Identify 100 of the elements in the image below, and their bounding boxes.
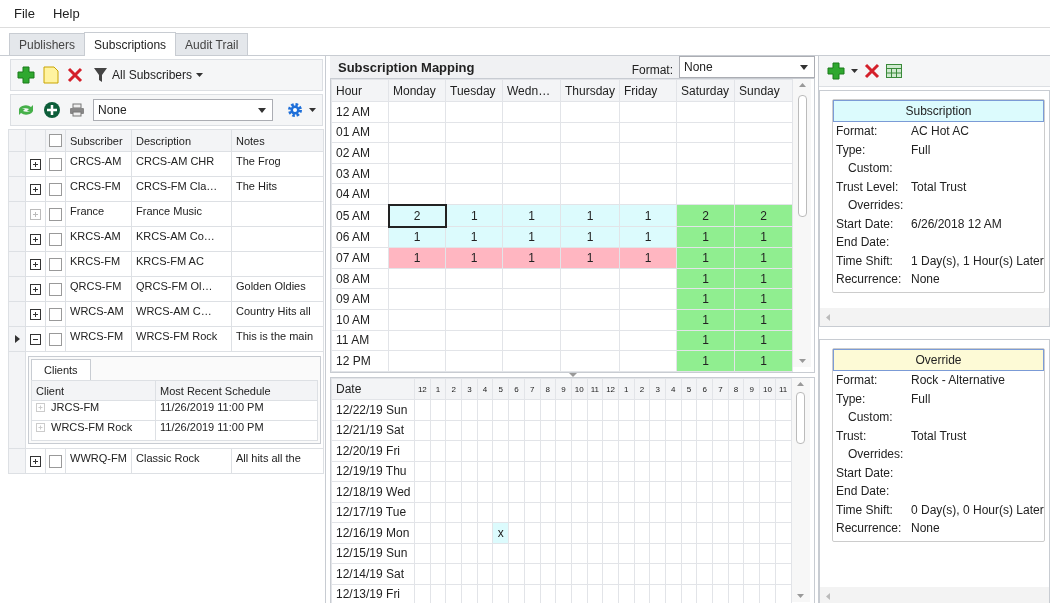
expand-icon[interactable] bbox=[30, 455, 41, 467]
column-header[interactable]: Sunday bbox=[734, 79, 793, 102]
checkbox[interactable] bbox=[49, 182, 62, 196]
menu-item[interactable]: Help bbox=[46, 4, 86, 23]
delete-icon[interactable] bbox=[864, 63, 880, 79]
checkbox[interactable] bbox=[49, 282, 62, 296]
field-label: Start Date: bbox=[836, 465, 895, 480]
expand-icon[interactable] bbox=[30, 283, 41, 295]
expand-icon[interactable] bbox=[30, 308, 41, 320]
table-cell: Golden Oldies bbox=[231, 276, 324, 302]
column-header[interactable]: Wedn… bbox=[502, 79, 561, 102]
row-header: 12/14/19 Sat bbox=[331, 563, 415, 584]
checkbox[interactable] bbox=[49, 157, 62, 171]
add-circle-icon[interactable] bbox=[43, 101, 61, 119]
expand-icon[interactable] bbox=[30, 158, 41, 170]
column-header[interactable]: Tuesday bbox=[445, 79, 503, 102]
tab[interactable]: Audit Trail bbox=[175, 33, 249, 55]
field-label: Trust: bbox=[836, 428, 868, 443]
field-label: End Date: bbox=[836, 235, 891, 250]
field-value: 1 Day(s), 1 Hour(s) Later bbox=[911, 253, 1044, 268]
scrollbar-thumb[interactable] bbox=[796, 392, 805, 444]
table-cell: QRCS-FM Ol… bbox=[131, 276, 232, 302]
column-header[interactable]: Subscriber bbox=[65, 129, 132, 152]
grid-cell[interactable]: 2 bbox=[388, 204, 446, 227]
column-header[interactable]: Monday bbox=[388, 79, 446, 102]
checkbox[interactable] bbox=[49, 134, 62, 147]
refresh-icon[interactable] bbox=[17, 102, 35, 118]
scroll-down-icon[interactable] bbox=[797, 594, 804, 598]
caret-icon[interactable] bbox=[800, 64, 808, 70]
splitter-grip-icon[interactable] bbox=[568, 372, 577, 377]
caret-icon[interactable] bbox=[851, 69, 858, 73]
caret-icon[interactable] bbox=[258, 107, 266, 113]
checkbox[interactable] bbox=[49, 257, 62, 271]
scroll-left-icon[interactable] bbox=[826, 313, 830, 321]
card-title: Override bbox=[833, 349, 1044, 371]
column-header[interactable]: Hour bbox=[331, 79, 389, 102]
column-header[interactable]: Saturday bbox=[676, 79, 735, 102]
print-icon[interactable] bbox=[69, 103, 85, 117]
add-icon[interactable] bbox=[17, 66, 35, 84]
collapse-icon[interactable] bbox=[30, 333, 41, 345]
row-header: 02 AM bbox=[331, 142, 389, 164]
table-cell: The Hits bbox=[231, 176, 324, 202]
scroll-up-icon[interactable] bbox=[798, 83, 806, 87]
row-header: 03 AM bbox=[331, 163, 389, 184]
expand-icon[interactable] bbox=[30, 233, 41, 245]
tab[interactable]: Clients bbox=[31, 359, 91, 380]
table-cell: KRCS-AM bbox=[65, 226, 132, 252]
column-header[interactable]: Friday bbox=[619, 79, 677, 102]
scrollbar-thumb[interactable] bbox=[797, 95, 807, 217]
row-header: 12/18/19 Wed bbox=[331, 481, 415, 502]
field-label: Recurrence: bbox=[836, 272, 903, 287]
field-label: Overrides: bbox=[847, 198, 905, 213]
table-cell: QRCS-FM bbox=[65, 276, 132, 302]
field-label: Format: bbox=[836, 124, 879, 139]
checkbox[interactable] bbox=[49, 307, 62, 321]
field-value: 0 Day(s), 0 Hour(s) Later bbox=[911, 502, 1044, 517]
caret-icon[interactable] bbox=[196, 73, 204, 77]
column-header[interactable]: Most Recent Schedule bbox=[155, 380, 318, 401]
expand-icon[interactable] bbox=[30, 258, 41, 270]
column-header[interactable]: Client bbox=[31, 380, 156, 401]
row-header: 11 AM bbox=[331, 330, 389, 351]
row-header: 12 AM bbox=[331, 101, 389, 123]
table-cell: All hits all the bbox=[231, 448, 324, 474]
menu-item[interactable]: File bbox=[8, 4, 41, 23]
scroll-up-icon[interactable] bbox=[797, 382, 804, 386]
table-cell: WRCS-AM C… bbox=[131, 301, 232, 327]
horizontal-scrollbar[interactable] bbox=[820, 587, 1049, 603]
table-cell: KRCS-FM AC bbox=[131, 251, 232, 277]
vertical-scrollbar[interactable] bbox=[793, 79, 812, 367]
column-header[interactable]: Date bbox=[331, 378, 415, 400]
settings-button[interactable] bbox=[287, 102, 316, 118]
tab[interactable]: Subscriptions bbox=[84, 32, 177, 56]
checkbox[interactable] bbox=[49, 207, 62, 221]
checkbox[interactable] bbox=[49, 232, 62, 246]
add-icon[interactable] bbox=[827, 62, 845, 80]
field-value: Total Trust bbox=[911, 179, 967, 194]
row-header: 12/17/19 Tue bbox=[331, 502, 415, 523]
column-header[interactable]: Notes bbox=[231, 129, 324, 152]
caret-icon[interactable] bbox=[309, 108, 316, 112]
checkbox[interactable] bbox=[49, 454, 62, 468]
horizontal-scrollbar[interactable] bbox=[820, 308, 1049, 326]
scroll-down-icon[interactable] bbox=[798, 359, 806, 363]
delete-icon[interactable] bbox=[67, 67, 83, 83]
field-value: Full bbox=[911, 142, 931, 157]
view-combo[interactable]: None bbox=[93, 99, 273, 121]
expand-icon[interactable] bbox=[30, 183, 41, 195]
spreadsheet-icon[interactable] bbox=[886, 64, 902, 78]
tab[interactable]: Publishers bbox=[9, 33, 86, 55]
column-header[interactable]: Thursday bbox=[560, 79, 620, 102]
document-icon[interactable] bbox=[43, 66, 59, 84]
column-header[interactable]: Description bbox=[131, 129, 232, 152]
table-cell: CRCS-AM bbox=[65, 151, 132, 177]
scroll-left-icon[interactable] bbox=[826, 592, 830, 600]
table-cell: France bbox=[65, 201, 132, 227]
checkbox[interactable] bbox=[49, 332, 62, 346]
field-label: Format: bbox=[836, 373, 879, 388]
table-cell: CRCS-AM CHR bbox=[131, 151, 232, 177]
format-combo[interactable]: None bbox=[679, 56, 815, 78]
table-cell: WRCS-FM Rock bbox=[131, 326, 232, 352]
card-title: Subscription bbox=[833, 100, 1044, 122]
